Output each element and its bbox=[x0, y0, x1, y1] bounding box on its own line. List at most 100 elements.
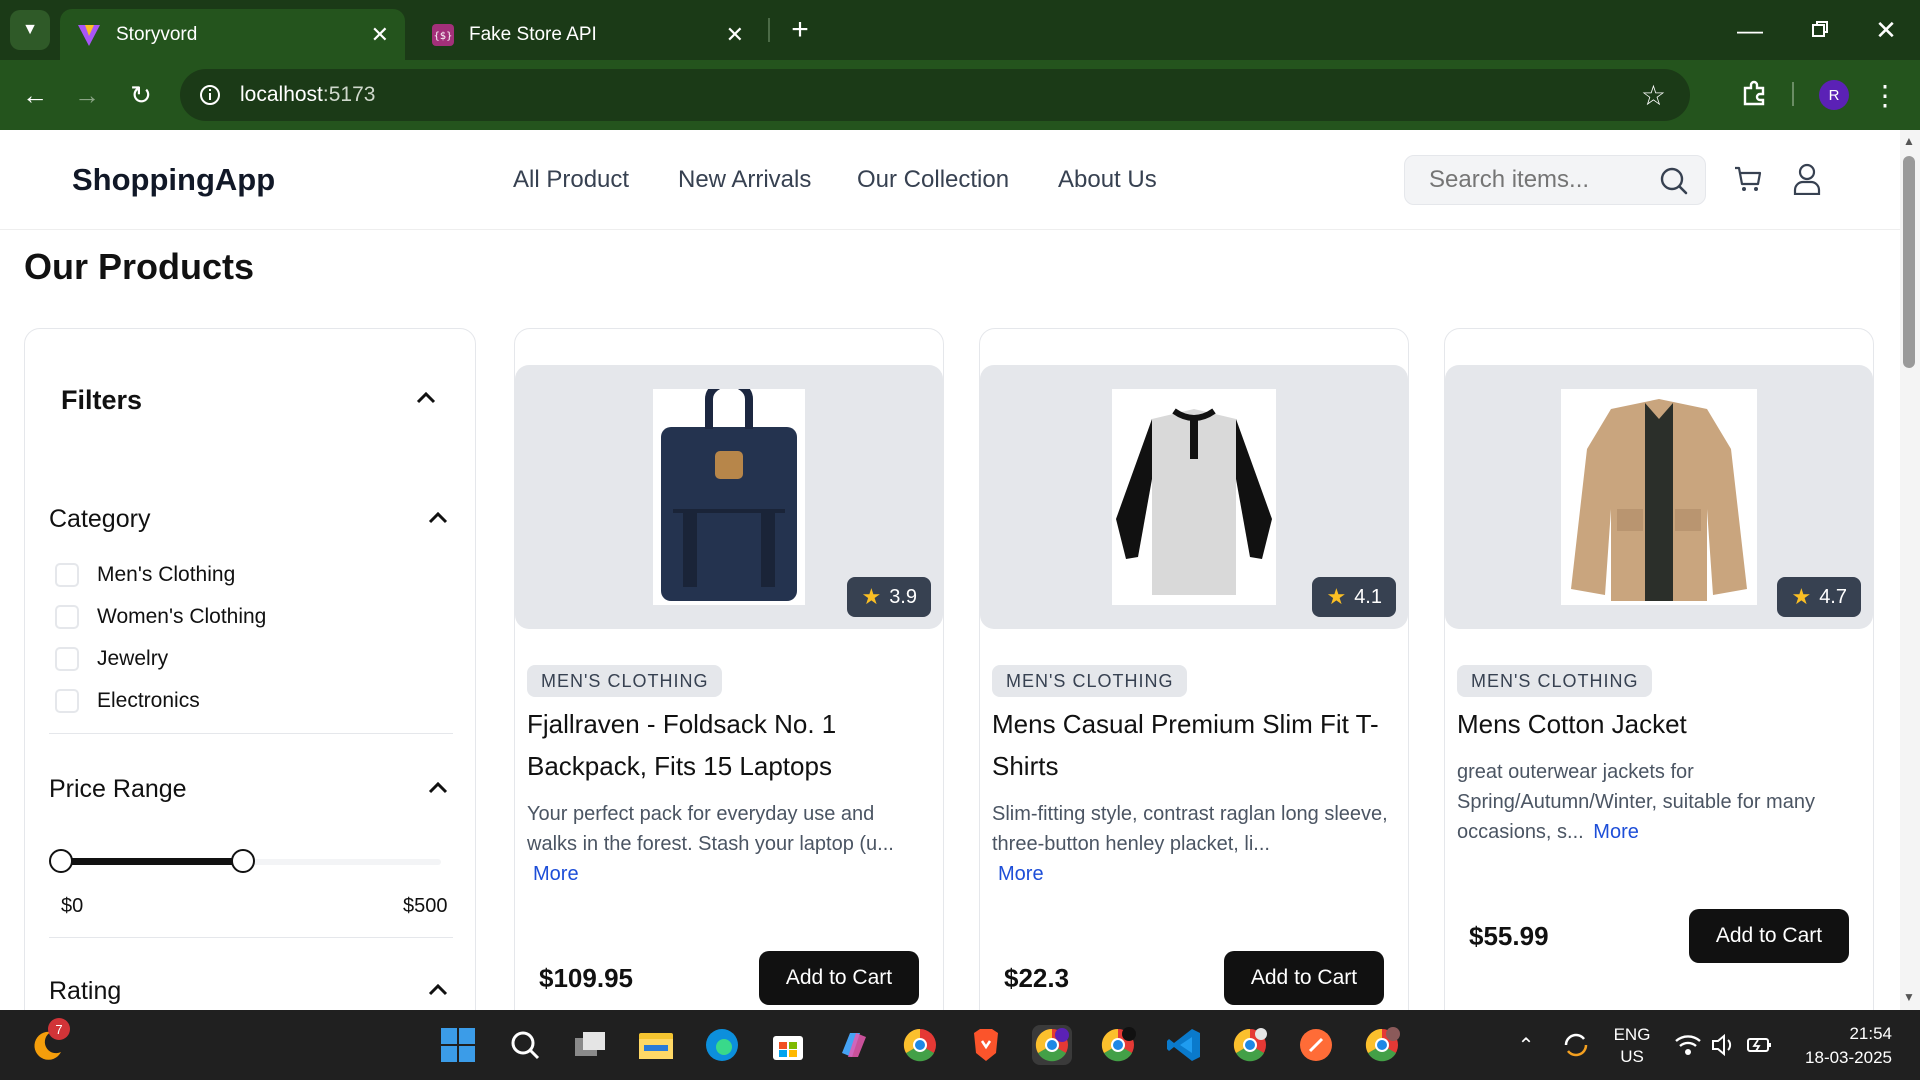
more-link[interactable]: More bbox=[533, 863, 579, 885]
copilot-icon[interactable] bbox=[834, 1025, 874, 1065]
scroll-down-arrow-icon[interactable]: ▼ bbox=[1903, 990, 1915, 1004]
cart-icon[interactable] bbox=[1733, 164, 1763, 194]
microsoft-store-icon[interactable] bbox=[768, 1025, 808, 1065]
add-to-cart-button[interactable]: Add to Cart bbox=[1224, 951, 1384, 1005]
vscode-icon[interactable] bbox=[1164, 1025, 1204, 1065]
chrome-profile-r-icon[interactable] bbox=[1032, 1025, 1072, 1065]
scroll-up-arrow-icon[interactable]: ▲ bbox=[1903, 134, 1915, 148]
more-link[interactable]: More bbox=[1593, 821, 1639, 843]
checkbox[interactable] bbox=[55, 605, 79, 629]
search-input[interactable] bbox=[1429, 166, 1649, 194]
product-description: Your perfect pack for everyday use and w… bbox=[527, 799, 927, 889]
chevron-up-icon[interactable] bbox=[425, 977, 451, 1003]
volume-icon[interactable] bbox=[1704, 1025, 1744, 1065]
checkbox-label: Women's Clothing bbox=[97, 605, 267, 628]
clock-time: 21:54 bbox=[1849, 1024, 1892, 1043]
wifi-icon[interactable] bbox=[1668, 1025, 1708, 1065]
windows-start-icon[interactable] bbox=[438, 1025, 478, 1065]
price-min-label: $0 bbox=[61, 895, 84, 917]
postman-icon[interactable] bbox=[1296, 1025, 1336, 1065]
rating-heading: Rating bbox=[49, 977, 122, 1005]
category-option[interactable]: Men's Clothing bbox=[55, 563, 235, 587]
close-window-icon[interactable]: ✕ bbox=[1866, 10, 1906, 50]
product-description: Slim-fitting style, contrast raglan long… bbox=[992, 799, 1392, 889]
checkbox-label: Men's Clothing bbox=[97, 563, 236, 586]
backpack-image[interactable] bbox=[653, 379, 805, 605]
close-tab-icon[interactable]: ✕ bbox=[371, 22, 389, 48]
minimize-icon[interactable]: — bbox=[1730, 10, 1770, 50]
reload-icon[interactable]: ↻ bbox=[120, 74, 162, 116]
user-icon[interactable] bbox=[1792, 163, 1822, 195]
chevron-up-icon[interactable] bbox=[425, 505, 451, 531]
file-explorer-icon[interactable] bbox=[636, 1025, 676, 1065]
nav-all-product[interactable]: All Product bbox=[513, 166, 629, 194]
edge-browser-icon[interactable] bbox=[702, 1025, 742, 1065]
rating-value: 4.1 bbox=[1354, 585, 1382, 608]
back-arrow-icon[interactable]: ← bbox=[14, 74, 56, 116]
menu-kebab-icon[interactable]: ⋮ bbox=[1870, 76, 1900, 114]
product-image-area[interactable]: ★ 4.1 bbox=[980, 365, 1408, 629]
extensions-icon[interactable] bbox=[1740, 80, 1770, 110]
category-option[interactable]: Jewelry bbox=[55, 647, 168, 671]
product-image-area[interactable]: ★ 4.7 bbox=[1445, 365, 1873, 629]
tab-search-chevron-icon[interactable]: ▼ bbox=[10, 10, 50, 50]
add-to-cart-button[interactable]: Add to Cart bbox=[759, 951, 919, 1005]
tshirt-image[interactable] bbox=[1112, 389, 1276, 605]
more-link[interactable]: More bbox=[998, 863, 1044, 885]
product-title[interactable]: Mens Cotton Jacket bbox=[1457, 703, 1857, 745]
product-image-area[interactable]: ★ 3.9 bbox=[515, 365, 943, 629]
clock[interactable]: 21:54 18-03-2025 bbox=[1792, 1022, 1892, 1070]
chrome-icon[interactable] bbox=[900, 1025, 940, 1065]
battery-icon[interactable] bbox=[1740, 1025, 1780, 1065]
checkbox[interactable] bbox=[55, 689, 79, 713]
checkbox[interactable] bbox=[55, 563, 79, 587]
restore-icon[interactable] bbox=[1800, 20, 1840, 42]
chevron-up-icon[interactable] bbox=[425, 775, 451, 801]
jacket-image[interactable] bbox=[1561, 389, 1757, 605]
language-indicator[interactable]: ENG US bbox=[1612, 1024, 1652, 1068]
sync-icon[interactable] bbox=[1556, 1025, 1596, 1065]
product-card: ★ 4.1 MEN'S CLOTHING Mens Casual Premium… bbox=[979, 328, 1409, 1010]
chrome-profile-k-icon[interactable] bbox=[1362, 1025, 1402, 1065]
product-title[interactable]: Mens Casual Premium Slim Fit T-Shirts bbox=[992, 703, 1392, 787]
slider-min-handle[interactable] bbox=[49, 849, 73, 873]
chevron-up-icon[interactable] bbox=[413, 385, 439, 411]
price-slider[interactable] bbox=[49, 849, 441, 873]
profile-avatar[interactable]: R bbox=[1819, 80, 1849, 110]
product-description: great outerwear jackets for Spring/Autum… bbox=[1457, 757, 1857, 847]
tab-storyvord[interactable]: Storyvord ✕ bbox=[60, 9, 405, 60]
windows-taskbar: 7 ⌃ ENG US 21:54 18-03-2025 bbox=[0, 1010, 1920, 1080]
chrome-profile-icon[interactable] bbox=[1098, 1025, 1138, 1065]
bookmark-star-icon[interactable]: ☆ bbox=[1641, 79, 1666, 112]
nav-new-arrivals[interactable]: New Arrivals bbox=[678, 166, 811, 194]
product-price: $22.3 bbox=[1004, 963, 1070, 993]
search-icon[interactable] bbox=[1659, 166, 1689, 196]
nav-about-us[interactable]: About Us bbox=[1058, 166, 1157, 194]
brave-browser-icon[interactable] bbox=[966, 1025, 1006, 1065]
add-to-cart-button[interactable]: Add to Cart bbox=[1689, 909, 1849, 963]
chevron-up-icon[interactable]: ⌃ bbox=[1506, 1025, 1546, 1065]
category-option[interactable]: Women's Clothing bbox=[55, 605, 266, 629]
product-title[interactable]: Fjallraven - Foldsack No. 1 Backpack, Fi… bbox=[527, 703, 927, 787]
profile-initial: R bbox=[1828, 86, 1840, 104]
slider-max-handle[interactable] bbox=[231, 849, 255, 873]
checkbox[interactable] bbox=[55, 647, 79, 671]
region-code: US bbox=[1620, 1047, 1644, 1066]
category-option[interactable]: Electronics bbox=[55, 689, 200, 713]
product-card: ★ 3.9 MEN'S CLOTHING Fjallraven - Foldsa… bbox=[514, 328, 944, 1010]
brand-logo-text[interactable]: ShoppingApp bbox=[72, 162, 275, 198]
task-view-icon[interactable] bbox=[570, 1025, 610, 1065]
rating-badge: ★ 3.9 bbox=[847, 577, 931, 617]
search-icon[interactable] bbox=[505, 1025, 545, 1065]
nav-our-collection[interactable]: Our Collection bbox=[857, 166, 1009, 194]
forward-arrow-icon[interactable]: → bbox=[66, 74, 108, 116]
tab-fake-store-api[interactable]: {$} Fake Store API ✕ bbox=[415, 9, 760, 60]
chrome-profile-people-icon[interactable] bbox=[1230, 1025, 1270, 1065]
close-tab-icon[interactable]: ✕ bbox=[726, 22, 744, 48]
product-price: $55.99 bbox=[1469, 921, 1549, 951]
tab-separator bbox=[768, 18, 770, 42]
scrollbar-thumb[interactable] bbox=[1903, 156, 1915, 368]
new-tab-plus-icon[interactable]: + bbox=[780, 10, 820, 50]
address-bar[interactable]: localhost:5173 ☆ bbox=[180, 69, 1690, 121]
site-info-icon[interactable] bbox=[198, 83, 222, 107]
